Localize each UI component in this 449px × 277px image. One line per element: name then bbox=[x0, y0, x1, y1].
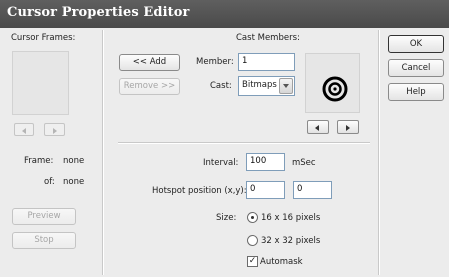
cast-label: Cast: bbox=[210, 81, 232, 91]
cast-members-heading: Cast Members: bbox=[236, 33, 300, 43]
chevron-left-icon bbox=[22, 128, 26, 134]
cursor-frames-heading: Cursor Frames: bbox=[11, 33, 76, 43]
title-bar: Cursor Properties Editor bbox=[0, 0, 449, 28]
preview-button[interactable]: Preview bbox=[12, 208, 76, 225]
cursor-frame-preview bbox=[12, 51, 69, 115]
member-field[interactable]: 1 bbox=[238, 53, 295, 71]
chevron-right-icon bbox=[53, 128, 57, 134]
next-frame-button[interactable] bbox=[44, 123, 65, 136]
size-32-radio[interactable] bbox=[247, 235, 258, 246]
of-value: none bbox=[63, 177, 85, 187]
automask-checkbox[interactable]: ✓ bbox=[247, 256, 258, 267]
chevron-down-icon[interactable] bbox=[279, 78, 293, 94]
cancel-button[interactable]: Cancel bbox=[388, 59, 444, 77]
cast-select[interactable]: Bitmaps bbox=[238, 76, 295, 96]
remove-button[interactable]: Remove >> bbox=[119, 78, 180, 95]
size-label: Size: bbox=[216, 213, 237, 223]
previous-frame-button[interactable] bbox=[14, 123, 34, 136]
of-label: of: bbox=[44, 177, 55, 187]
frame-label: Frame: bbox=[24, 156, 54, 166]
next-cast-member-button[interactable] bbox=[337, 120, 359, 134]
target-cursor-icon bbox=[322, 76, 348, 102]
ok-button[interactable]: OK bbox=[388, 35, 444, 53]
frame-value: none bbox=[63, 156, 85, 166]
previous-cast-member-button[interactable] bbox=[307, 120, 329, 134]
interval-field[interactable]: 100 bbox=[246, 153, 285, 171]
left-divider bbox=[102, 30, 104, 275]
size-16-radio[interactable] bbox=[247, 212, 258, 223]
chevron-left-icon bbox=[315, 125, 319, 131]
section-divider bbox=[118, 142, 370, 144]
add-button[interactable]: << Add bbox=[119, 54, 180, 71]
automask-label[interactable]: Automask bbox=[260, 257, 303, 267]
window-title: Cursor Properties Editor bbox=[7, 5, 190, 20]
help-button[interactable]: Help bbox=[388, 83, 444, 101]
stop-button[interactable]: Stop bbox=[12, 232, 76, 249]
interval-label: Interval: bbox=[203, 158, 239, 168]
size-32-label[interactable]: 32 x 32 pixels bbox=[261, 236, 320, 246]
cast-member-preview bbox=[305, 53, 360, 113]
chevron-right-icon bbox=[346, 125, 350, 131]
hotspot-label: Hotspot position (x,y): bbox=[152, 186, 247, 196]
right-divider bbox=[378, 30, 380, 275]
member-label: Member: bbox=[196, 57, 234, 67]
hotspot-y-field[interactable]: 0 bbox=[293, 181, 332, 199]
hotspot-x-field[interactable]: 0 bbox=[246, 181, 285, 199]
interval-unit: mSec bbox=[292, 158, 316, 168]
cast-select-value: Bitmaps bbox=[242, 80, 277, 90]
cursor-properties-dialog: Cursor Properties Editor Cursor Frames: … bbox=[0, 0, 449, 277]
size-16-label[interactable]: 16 x 16 pixels bbox=[261, 213, 320, 223]
